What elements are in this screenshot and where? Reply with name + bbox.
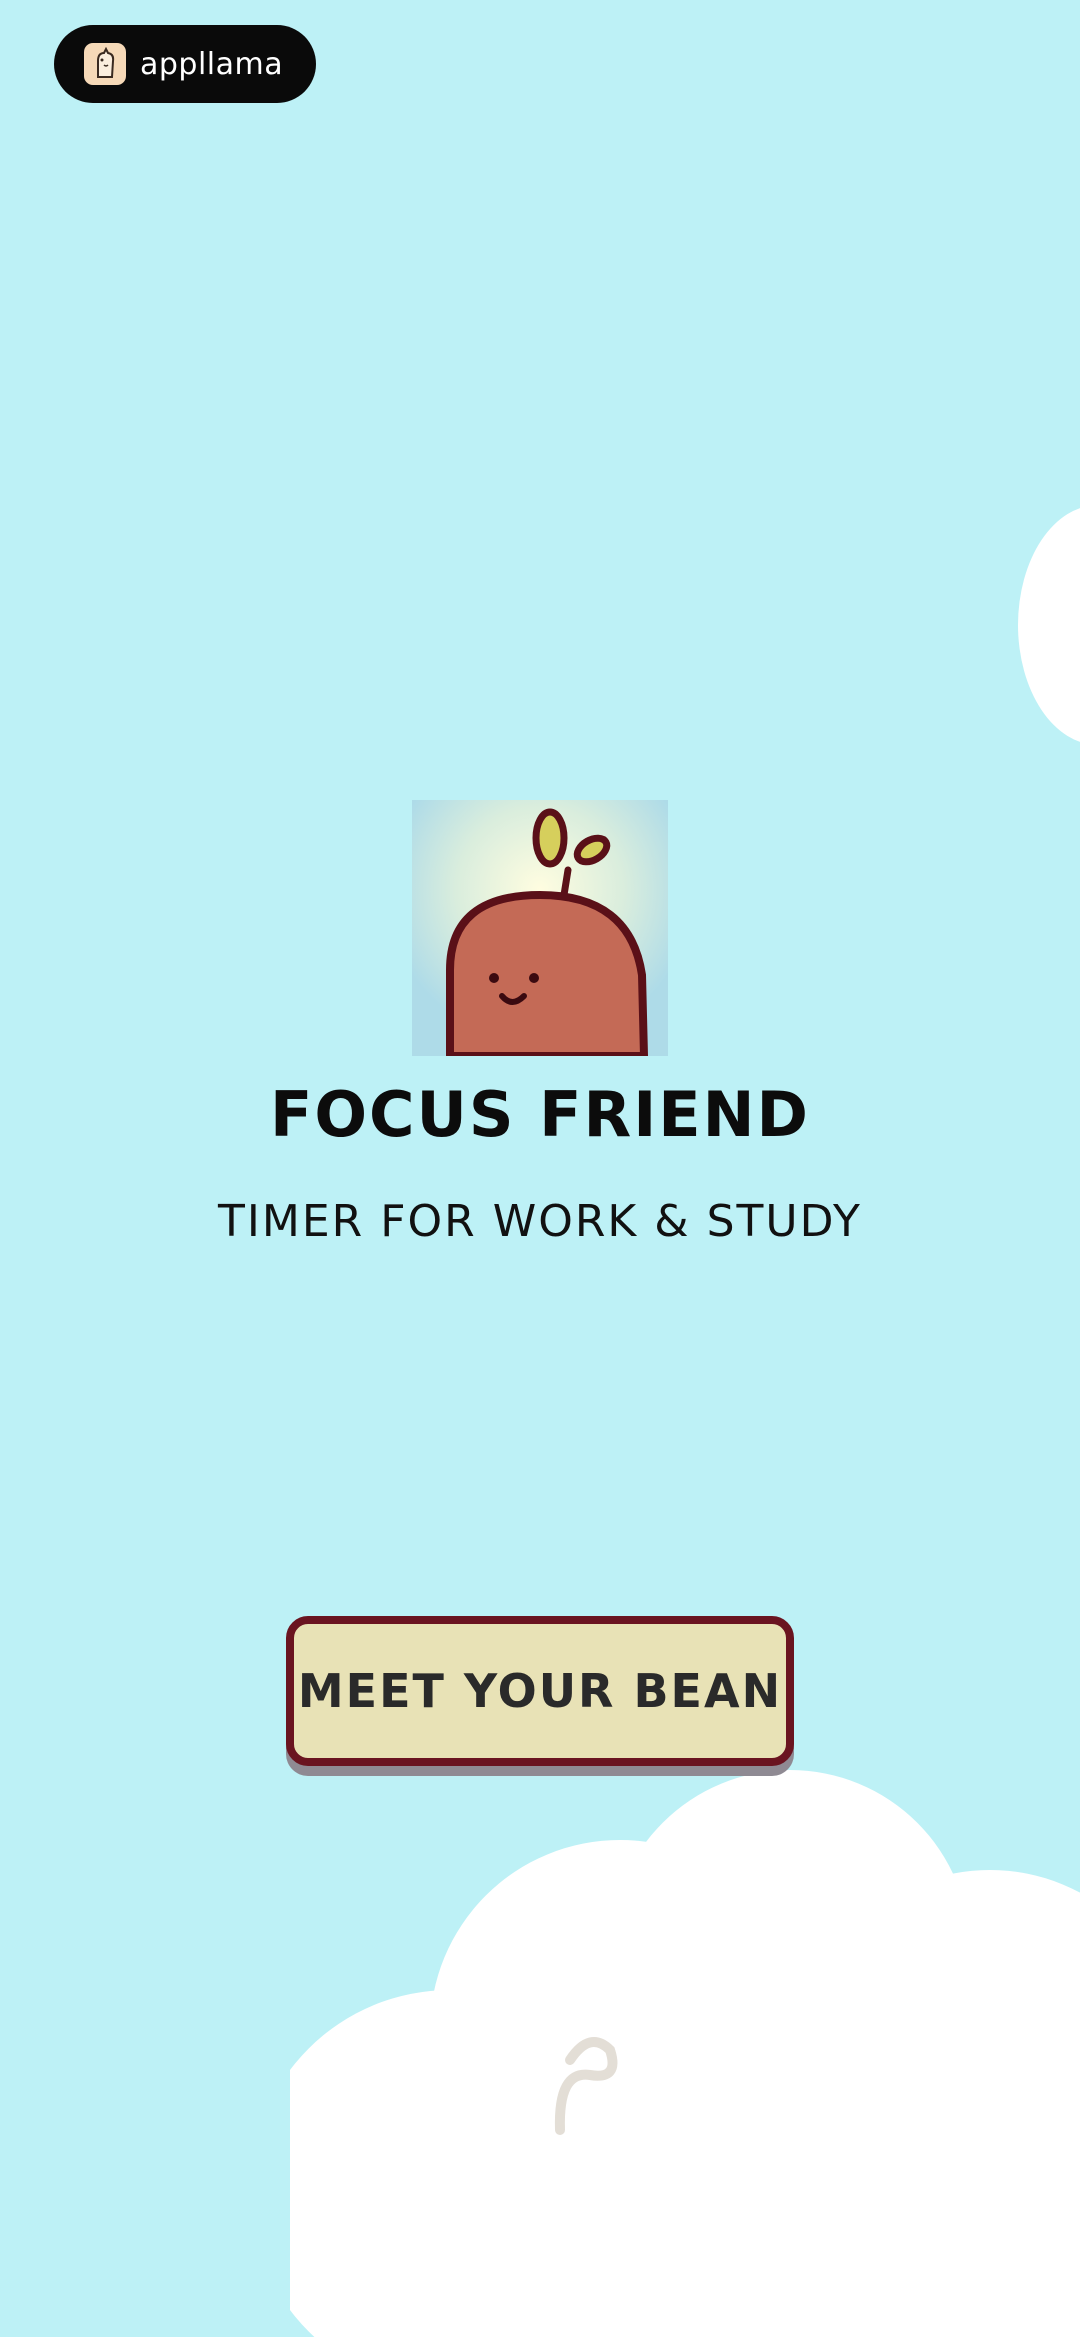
splash-screen: appllama FOCUS FRIEND TIMER FOR WORK & S… [0,0,1080,2337]
appllama-badge[interactable]: appllama [54,25,316,103]
app-subtitle: TIMER FOR WORK & STUDY [218,1196,862,1247]
meet-your-bean-button[interactable]: MEET YOUR BEAN [286,1616,794,1766]
cloud-decoration-bottom [290,1770,1080,2337]
app-title: FOCUS FRIEND [269,1078,810,1151]
bean-mascot-icon [412,800,668,1056]
llama-icon [84,43,126,85]
brand-label: appllama [140,46,284,82]
cloud-decoration-right [1018,505,1080,745]
meet-your-bean-label: MEET YOUR BEAN [297,1664,783,1718]
